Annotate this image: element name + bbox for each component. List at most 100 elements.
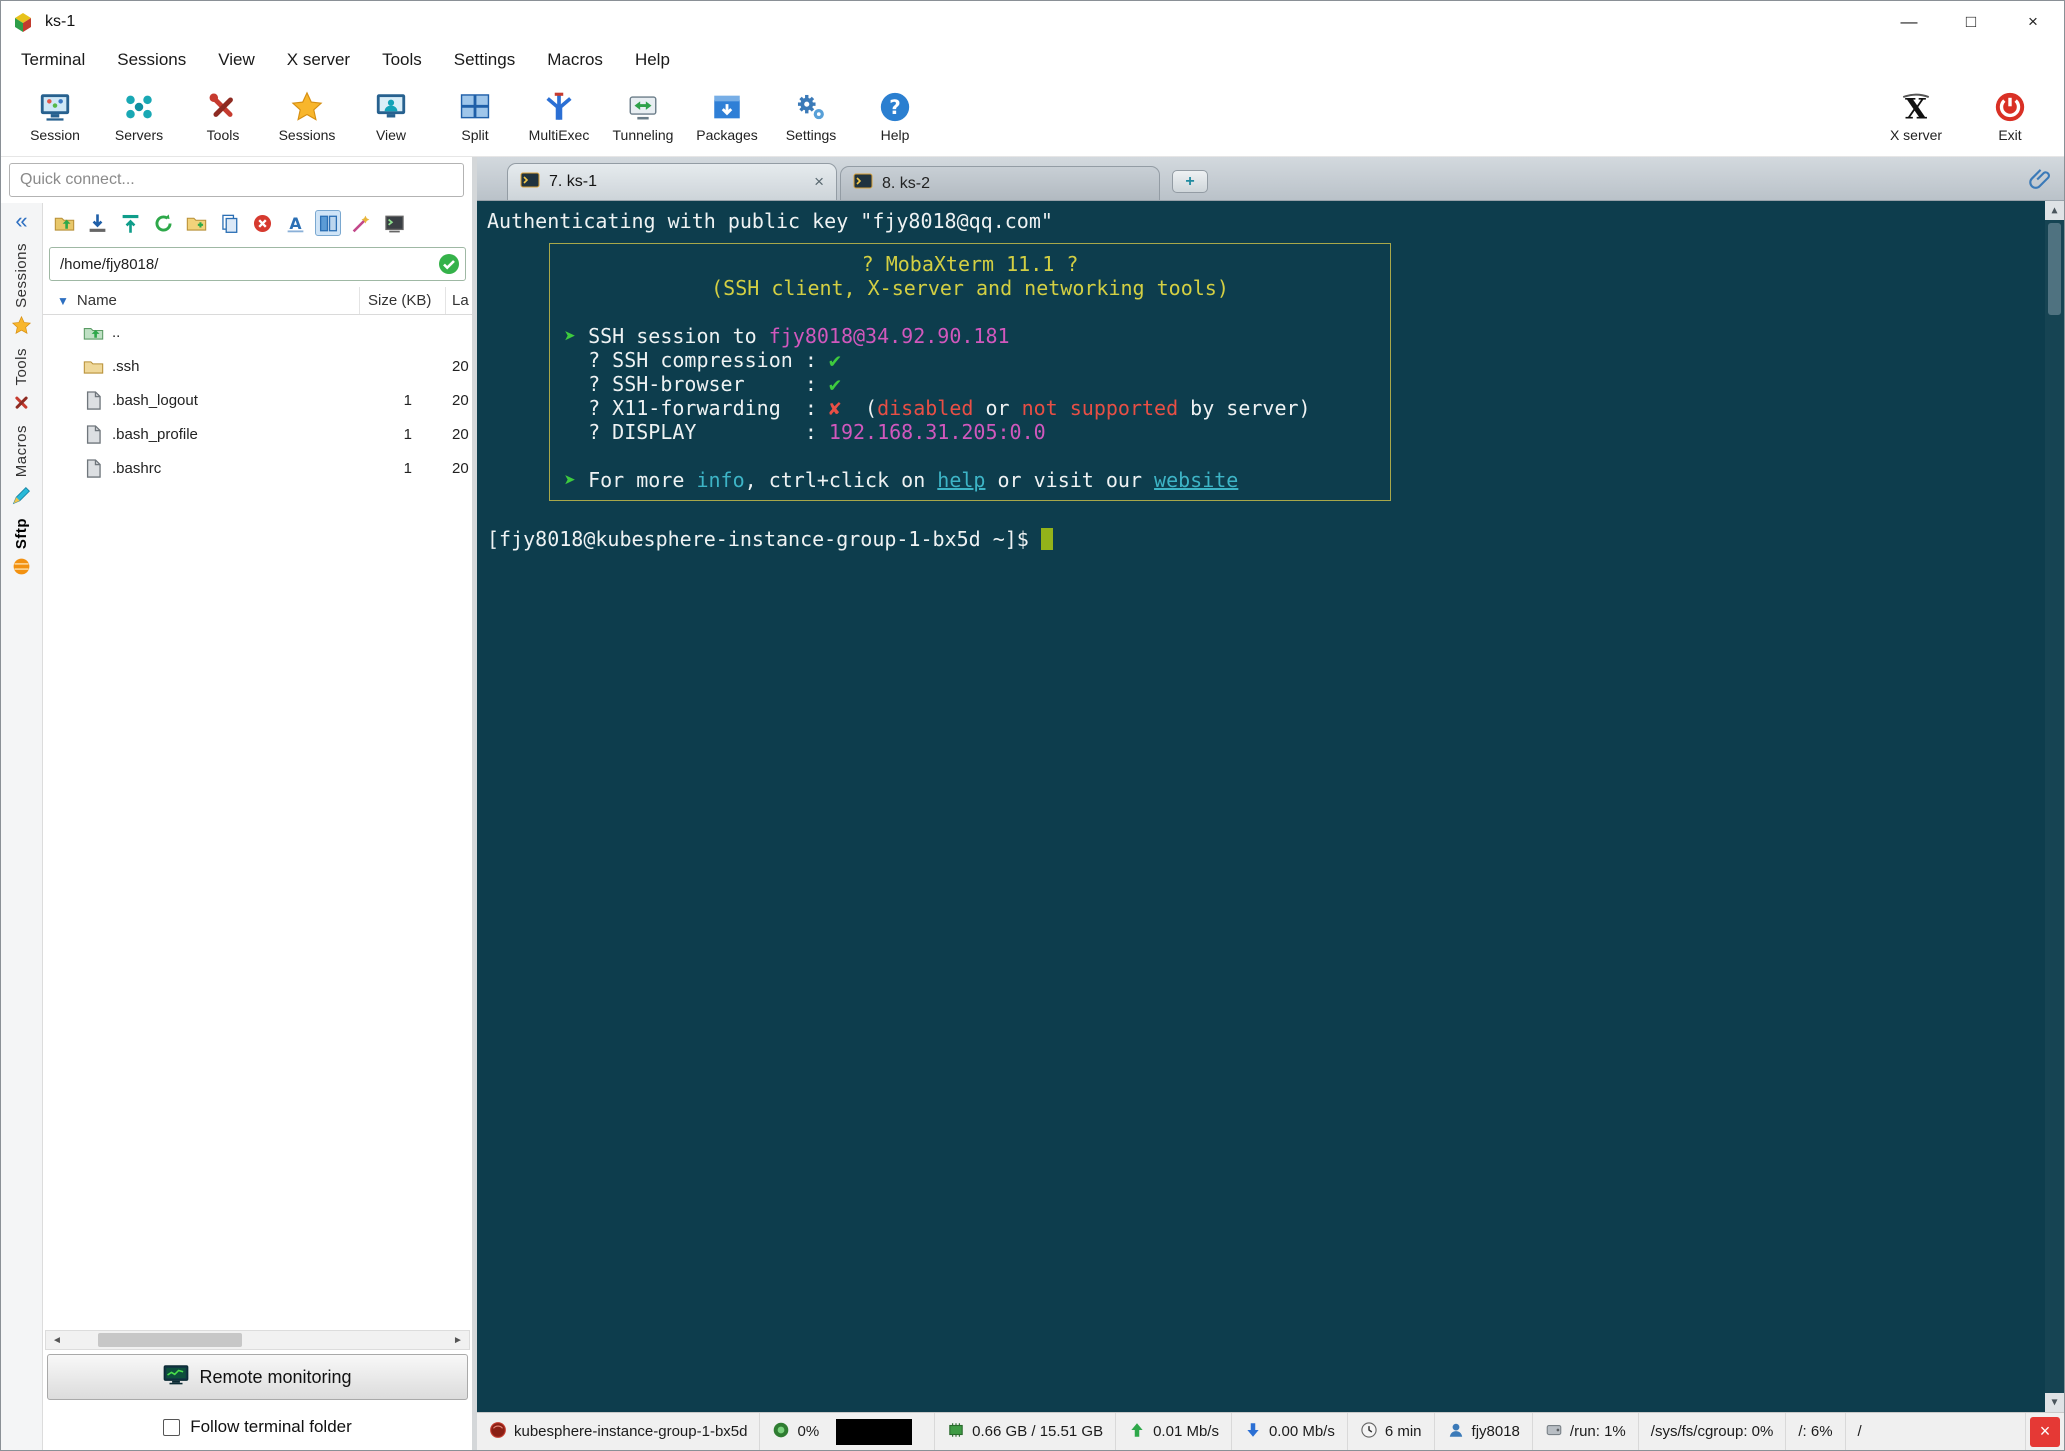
terminal-output[interactable]: Authenticating with public key "fjy8018@…: [487, 209, 2036, 551]
table-row[interactable]: ..: [43, 315, 472, 349]
menu-macros[interactable]: Macros: [531, 43, 619, 77]
toolbar-packages-button[interactable]: Packages: [687, 90, 767, 143]
menu-view[interactable]: View: [202, 43, 271, 77]
scroll-up-button[interactable]: ▲: [2045, 201, 2064, 220]
terminal[interactable]: Authenticating with public key "fjy8018@…: [477, 201, 2064, 1412]
side-tab-macros[interactable]: Macros: [11, 425, 32, 505]
minimize-button[interactable]: —: [1878, 1, 1940, 43]
new-folder-button[interactable]: [183, 210, 209, 236]
sftp-file-table: ▼ Name Size (KB) La .. .ssh 20 .bash_log…: [43, 287, 472, 485]
terminal-link[interactable]: help: [937, 468, 985, 492]
status-disk-cgroup: /sys/fs/cgroup: 0%: [1639, 1413, 1787, 1450]
toolbar-settings-button[interactable]: Settings: [771, 90, 851, 143]
parent-dir-button[interactable]: [51, 210, 77, 236]
side-tab-tools[interactable]: Tools: [11, 348, 32, 414]
dual-pane-button[interactable]: [315, 210, 341, 236]
collapse-sidebar-button[interactable]: «: [15, 210, 27, 232]
tab-ks-2[interactable]: 8. ks-2: [840, 166, 1160, 200]
paperclip-icon[interactable]: [2028, 166, 2054, 192]
table-row[interactable]: .bash_profile 1 20: [43, 417, 472, 451]
status-disk-root-value: /: 6%: [1798, 1423, 1833, 1440]
menu-xserver[interactable]: X server: [271, 43, 366, 77]
scroll-left-button[interactable]: ◄: [46, 1331, 68, 1349]
quick-connect-input[interactable]: [9, 163, 464, 197]
terminal-link[interactable]: website: [1154, 468, 1238, 492]
sftp-path-input[interactable]: [60, 255, 437, 273]
star-icon: [11, 315, 32, 336]
dart-icon: [11, 485, 32, 506]
left-panel: « Sessions Tools Macros Sftp: [1, 157, 477, 1450]
ram-icon: [947, 1421, 965, 1443]
close-button[interactable]: ×: [2002, 1, 2064, 43]
cpu-graph: [836, 1418, 913, 1445]
toolbar-help-button[interactable]: ? Help: [855, 90, 935, 143]
upload-arrow-icon: [1128, 1421, 1146, 1443]
magic-wand-button[interactable]: [348, 210, 374, 236]
status-disk-cgroup-value: /sys/fs/cgroup: 0%: [1650, 1423, 1774, 1440]
side-tab-strip: « Sessions Tools Macros Sftp: [1, 203, 43, 1450]
horizontal-scrollbar[interactable]: ◄ ►: [45, 1330, 470, 1350]
toolbar-xserver-button[interactable]: X X server: [1876, 90, 1956, 143]
toolbar-servers-button[interactable]: Servers: [99, 90, 179, 143]
status-close-button[interactable]: ×: [2030, 1416, 2060, 1447]
menu-tools[interactable]: Tools: [366, 43, 438, 77]
status-cpu-value: 0%: [797, 1423, 820, 1440]
toolbar-split-label: Split: [461, 127, 489, 143]
scroll-right-button[interactable]: ►: [447, 1331, 469, 1349]
menu-help[interactable]: Help: [619, 43, 686, 77]
toolbar-tunneling-button[interactable]: Tunneling: [603, 90, 683, 143]
follow-terminal-checkbox[interactable]: [163, 1418, 181, 1436]
remote-monitoring-button[interactable]: Remote monitoring: [47, 1354, 468, 1400]
delete-button[interactable]: [249, 210, 275, 236]
svg-text:X: X: [1905, 91, 1927, 124]
toolbar-session-button[interactable]: Session: [15, 90, 95, 143]
file-list-empty-area: [43, 485, 472, 1330]
menu-settings[interactable]: Settings: [438, 43, 531, 77]
toolbar-exit-button[interactable]: Exit: [1970, 90, 2050, 143]
sftp-panel: A ▼ Name Size (KB): [43, 203, 472, 1450]
user-icon: [1447, 1421, 1465, 1443]
side-tab-sftp[interactable]: Sftp: [11, 518, 32, 577]
terminal-scrollbar-thumb[interactable]: [2048, 223, 2061, 315]
xserver-icon: X: [1899, 90, 1933, 124]
toolbar-multiexec-label: MultiExec: [528, 127, 590, 143]
toolbar-split-button[interactable]: Split: [435, 90, 515, 143]
view-icon: [374, 90, 408, 124]
console-button[interactable]: [381, 210, 407, 236]
file-icon: [86, 390, 101, 410]
scroll-down-button[interactable]: ▼: [2045, 1393, 2064, 1412]
tab-close-button[interactable]: ×: [814, 172, 824, 192]
follow-terminal-label: Follow terminal folder: [190, 1417, 352, 1436]
status-user: fjy8018: [1435, 1413, 1533, 1450]
toolbar-sessions-button[interactable]: Sessions: [267, 90, 347, 143]
toolbar-multiexec-button[interactable]: MultiExec: [519, 90, 599, 143]
svg-text:?: ?: [889, 96, 901, 119]
table-header[interactable]: ▼ Name Size (KB) La: [43, 287, 472, 315]
table-row[interactable]: .ssh 20: [43, 349, 472, 383]
download-button[interactable]: [84, 210, 110, 236]
menu-sessions[interactable]: Sessions: [101, 43, 202, 77]
tab-ks-1[interactable]: 7. ks-1 ×: [507, 163, 837, 200]
refresh-button[interactable]: [150, 210, 176, 236]
session-tab-bar: 7. ks-1 × 8. ks-2 +: [477, 157, 2064, 201]
table-row[interactable]: .bashrc 1 20: [43, 451, 472, 485]
status-disk-run-value: /run: 1%: [1569, 1423, 1626, 1440]
table-row[interactable]: .bash_logout 1 20: [43, 383, 472, 417]
new-tab-button[interactable]: +: [1172, 170, 1208, 193]
status-uptime-value: 6 min: [1384, 1423, 1422, 1440]
toolbar-view-button[interactable]: View: [351, 90, 431, 143]
rename-button[interactable]: A: [282, 210, 308, 236]
tools-icon: [11, 392, 32, 413]
upload-button[interactable]: [117, 210, 143, 236]
file-icon: [86, 458, 101, 478]
tree-expander-icon[interactable]: ▼: [57, 294, 69, 308]
copy-file-button[interactable]: [216, 210, 242, 236]
scrollbar-track[interactable]: [68, 1331, 447, 1349]
side-tab-sessions[interactable]: Sessions: [11, 243, 32, 336]
toolbar-tools-button[interactable]: Tools: [183, 90, 263, 143]
maximize-button[interactable]: □: [1940, 1, 2002, 43]
menu-terminal[interactable]: Terminal: [5, 43, 101, 77]
terminal-scrollbar[interactable]: ▲ ▼: [2045, 201, 2064, 1412]
scrollbar-thumb[interactable]: [98, 1333, 243, 1347]
tunneling-icon: [626, 90, 660, 124]
